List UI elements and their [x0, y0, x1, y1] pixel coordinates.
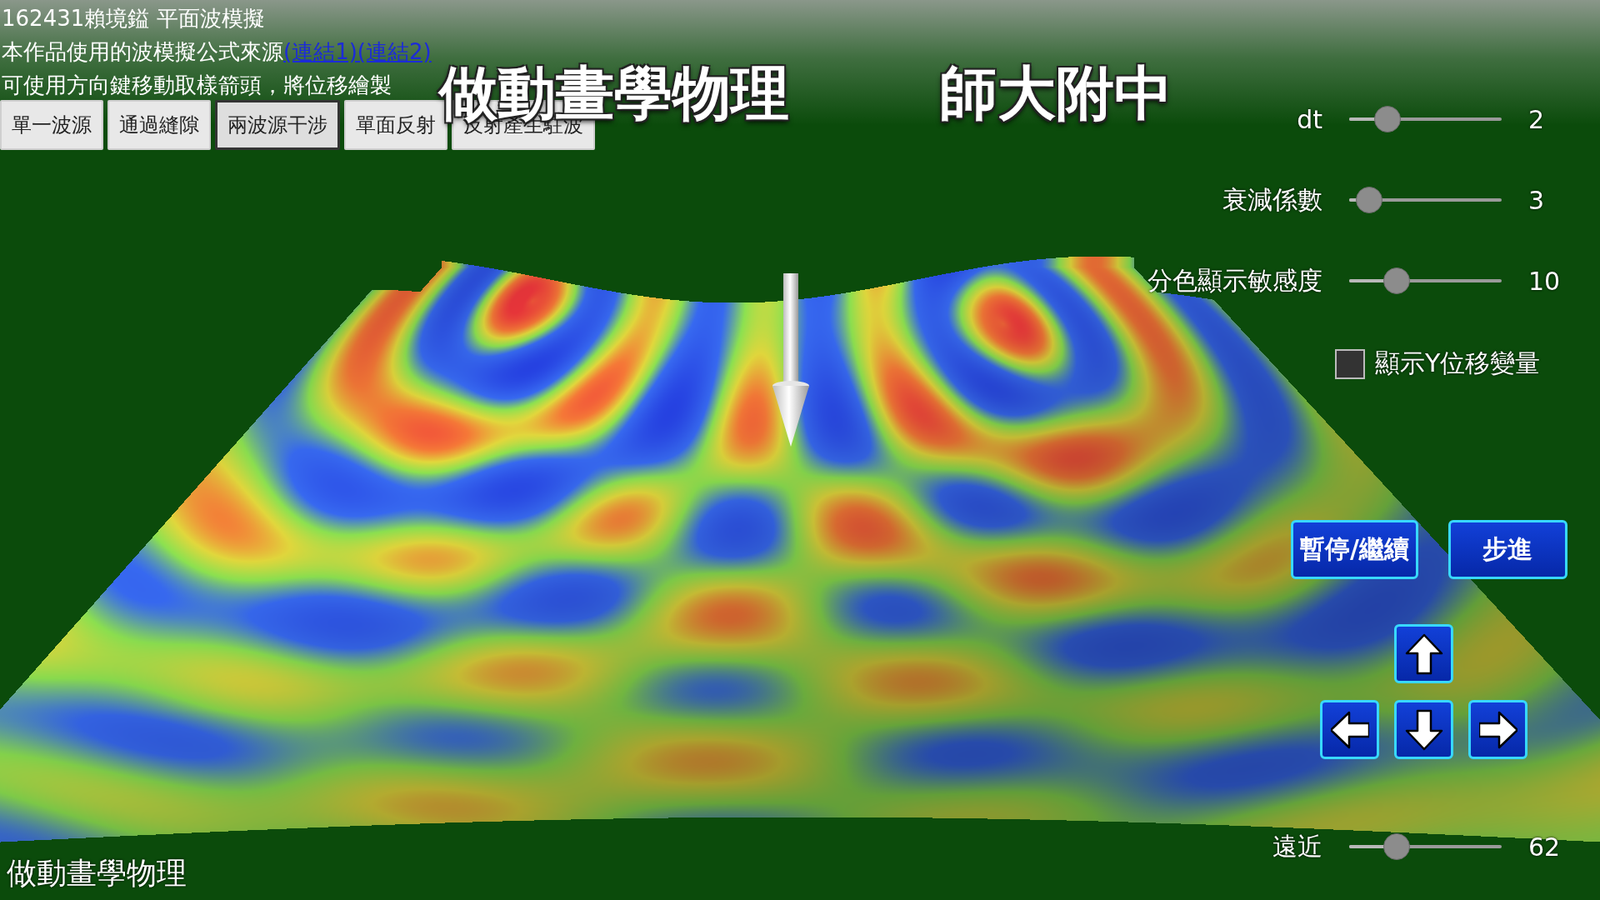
slider-label: 衰減係數 — [1222, 160, 1323, 241]
banner: 做動畫學物理 師大附中 — [439, 55, 1173, 134]
slider-cell — [1349, 79, 1502, 160]
right-arrow-icon — [1479, 709, 1518, 751]
slider-panel: dt 2 衰減係數 3 分色顯示敏感度 10 — [989, 79, 1579, 322]
mode-button[interactable]: 兩波源干涉 — [215, 100, 340, 150]
info-panel: 162431賴境鎰 平面波模擬本作品使用的波模擬公式來源(連結1)(連結2)可使… — [1, 1, 432, 102]
down-arrow-button[interactable] — [1394, 700, 1454, 760]
hint-text: 可使用方向鍵移動取樣箭頭，將位移繪製 — [1, 68, 432, 102]
down-arrow-icon — [1405, 709, 1444, 751]
slider-track[interactable] — [1349, 279, 1502, 283]
checkbox[interactable] — [1335, 349, 1365, 380]
slider-value: 2 — [1528, 79, 1579, 160]
sampling-arrow-icon[interactable] — [770, 273, 811, 449]
mode-button[interactable]: 單一波源 — [0, 100, 104, 150]
mode-button[interactable]: 通過縫隙 — [107, 100, 211, 150]
right-arrow-button[interactable] — [1468, 700, 1528, 760]
slider-value: 3 — [1528, 160, 1579, 241]
footer-title: 做動畫學物理 — [6, 853, 187, 895]
slider-label: 分色顯示敏感度 — [1147, 240, 1323, 322]
slider-label: dt — [1296, 79, 1323, 160]
slider-thumb[interactable] — [1355, 186, 1383, 214]
distance-label: 遠近 — [1272, 806, 1323, 888]
checkbox-label: 顯示Y位移變量 — [1375, 346, 1540, 381]
left-arrow-icon — [1330, 709, 1370, 751]
slider-track[interactable] — [1349, 117, 1502, 121]
app-title: 162431賴境鎰 平面波模擬 — [1, 1, 432, 35]
y-displacement-checkbox-row[interactable]: 顯示Y位移變量 — [1335, 346, 1540, 381]
source-line: 本作品使用的波模擬公式來源(連結1)(連結2) — [1, 35, 432, 69]
slider-cell — [1349, 160, 1502, 241]
step-button[interactable]: 步進 — [1448, 520, 1568, 580]
source-link[interactable]: (連結2) — [357, 39, 432, 65]
distance-cell — [1349, 806, 1502, 888]
banner-right: 師大附中 — [939, 55, 1173, 134]
distance-track[interactable] — [1349, 845, 1502, 849]
distance-value: 62 — [1528, 806, 1579, 888]
slider-thumb[interactable] — [1374, 105, 1401, 133]
control-buttons: 暫停/繼續步進 — [1290, 520, 1568, 580]
banner-left: 做動畫學物理 — [439, 55, 790, 134]
pause-button[interactable]: 暫停/繼續 — [1290, 520, 1419, 580]
distance-thumb[interactable] — [1383, 833, 1410, 860]
left-arrow-button[interactable] — [1320, 700, 1380, 760]
mode-button[interactable]: 單面反射 — [344, 100, 448, 150]
distance-slider: 遠近 62 — [989, 806, 1579, 888]
arrow-pad — [1320, 624, 1528, 760]
slider-value: 10 — [1528, 240, 1579, 322]
up-arrow-icon — [1405, 633, 1444, 675]
slider-cell — [1349, 240, 1502, 322]
slider-track[interactable] — [1349, 198, 1502, 202]
source-label: 本作品使用的波模擬公式來源 — [1, 39, 284, 65]
source-link[interactable]: (連結1) — [283, 39, 358, 65]
up-arrow-button[interactable] — [1394, 624, 1454, 684]
slider-thumb[interactable] — [1383, 267, 1410, 295]
